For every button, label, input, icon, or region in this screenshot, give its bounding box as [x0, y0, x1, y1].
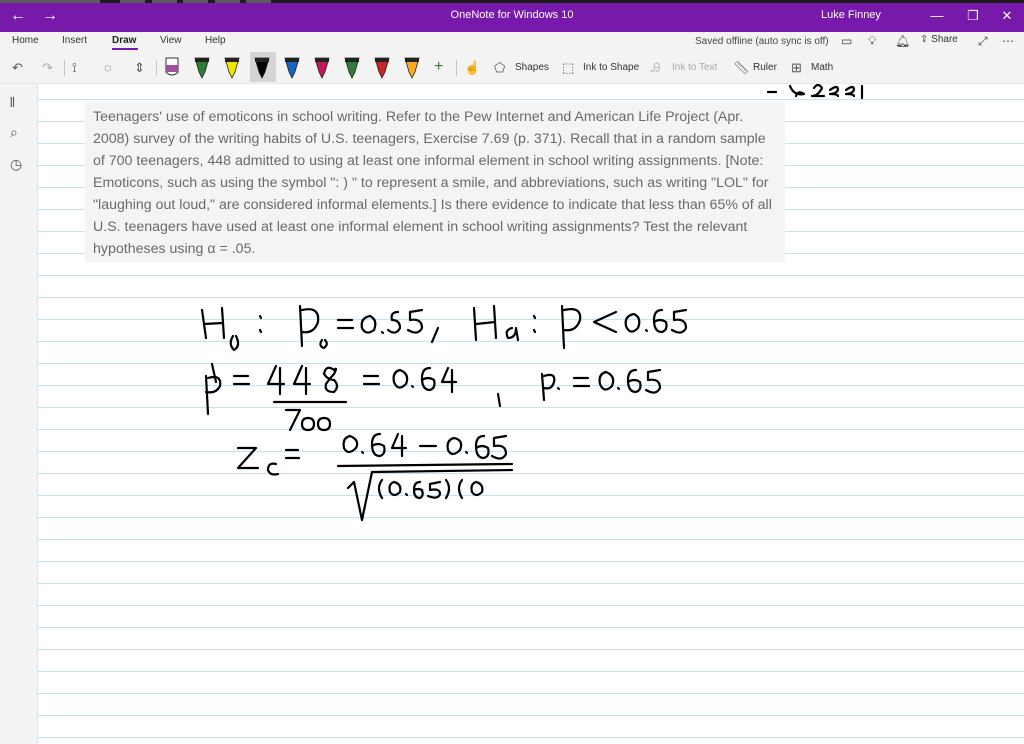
pen-7[interactable] [344, 57, 360, 79]
pen-5[interactable] [284, 57, 300, 79]
title-bar: ← → OneNote for Windows 10 Luke Finney —… [0, 0, 1024, 32]
shapes-icon[interactable]: ⬠ [494, 60, 505, 76]
handwritten-ink [200, 84, 864, 522]
recent-clock-icon[interactable]: ◷ [10, 156, 22, 173]
title-bar-strip [0, 0, 1024, 3]
pen-9[interactable] [404, 57, 420, 79]
pen-6[interactable] [314, 57, 330, 79]
touch-draw-icon[interactable]: ☝ [464, 60, 480, 76]
ruler-icon[interactable]: 📏︎ [733, 60, 750, 76]
separator [456, 60, 457, 76]
math-icon[interactable]: ⊞ [791, 60, 802, 76]
ink-line-hypotheses [200, 304, 688, 352]
pen-2[interactable] [194, 57, 210, 79]
ink-line-zc [236, 432, 514, 522]
menu-home[interactable]: Home [12, 35, 39, 46]
pen-4[interactable] [254, 57, 270, 79]
pen-3[interactable] [224, 57, 240, 79]
ink-top-partial [766, 84, 864, 100]
ink-line-phat [204, 362, 662, 432]
pen-palette [165, 57, 420, 79]
menu-insert[interactable]: Insert [62, 35, 87, 46]
menu-bar: Home Insert Draw View Help Saved offline… [0, 32, 1024, 52]
ink-to-shape-icon[interactable]: ⬚ [562, 60, 574, 76]
ink-to-shape-button[interactable]: Ink to Shape [583, 62, 639, 73]
share-icon: ⇪ [920, 34, 932, 45]
minimize-icon[interactable]: — [922, 6, 952, 26]
ruler-button[interactable]: Ruler [753, 62, 777, 73]
add-pen-icon[interactable]: + [434, 58, 443, 76]
pen-1[interactable] [165, 57, 179, 76]
draw-toolbar: ↶ ↷ ⟟ ◌ ⇕ + ☝ ⬠ Shapes ⬚ Ink to Shape Ꭿ … [0, 52, 1024, 84]
search-icon[interactable]: ⌕ [10, 124, 18, 141]
navigation-sidebar: 𝍪 ⌕ ◷ [0, 84, 38, 744]
ink-to-text-icon[interactable]: Ꭿ [651, 60, 660, 76]
menu-help[interactable]: Help [205, 35, 226, 46]
menu-draw[interactable]: Draw [112, 35, 136, 46]
sync-status: Saved offline (auto sync is off) [695, 36, 829, 47]
menu-view[interactable]: View [160, 35, 182, 46]
ink-to-text-button[interactable]: Ink to Text [672, 62, 717, 73]
pen-8[interactable] [374, 57, 390, 79]
math-button[interactable]: Math [811, 62, 833, 73]
restore-icon[interactable]: ❐ [958, 6, 988, 26]
shapes-button[interactable]: Shapes [515, 62, 549, 73]
more-icon[interactable]: ⋯ [1002, 34, 1014, 48]
bell-icon[interactable]: 🔔︎ [895, 34, 910, 48]
active-tab-indicator [112, 48, 138, 50]
expand-icon[interactable]: ⤢ [978, 34, 988, 49]
note-canvas[interactable]: Teenagers' use of emoticons in school wr… [38, 84, 1024, 744]
notebooks-icon[interactable]: 𝍪 [10, 92, 15, 116]
notebook-icon[interactable]: ▭ [841, 34, 852, 48]
share-button[interactable]: ⇪ Share [920, 34, 958, 45]
lightbulb-icon[interactable]: 💡︎ [868, 34, 876, 49]
close-icon[interactable]: ✕ [992, 6, 1022, 26]
user-name[interactable]: Luke Finney [821, 9, 881, 21]
